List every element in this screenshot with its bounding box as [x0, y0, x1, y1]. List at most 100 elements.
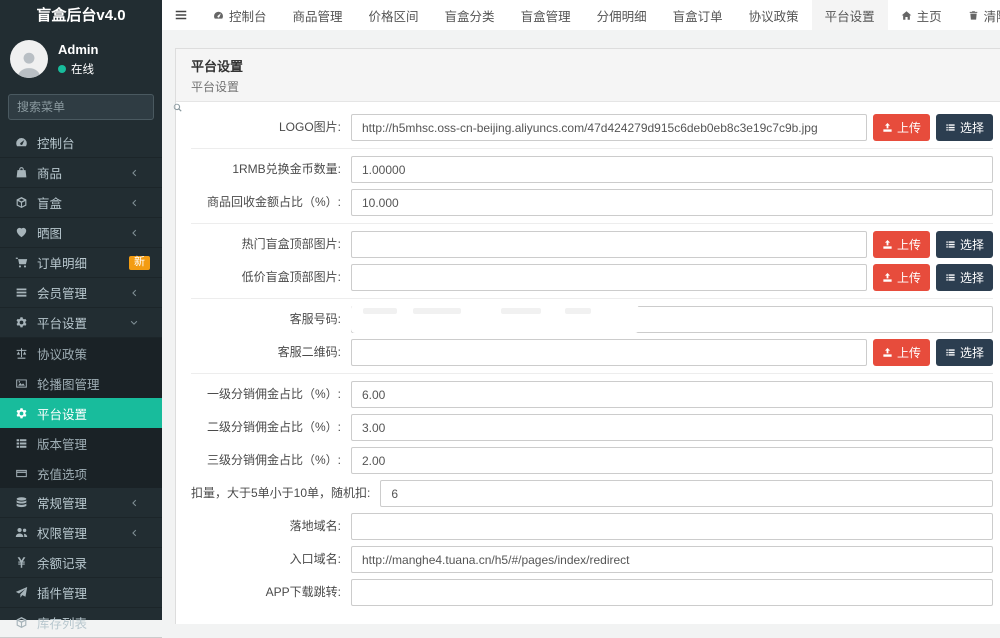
rmb-exchange-rate-input[interactable]: [351, 156, 993, 183]
logo-image-input[interactable]: [351, 114, 867, 141]
form-row-logo-image: LOGO图片:上传选择: [191, 114, 993, 141]
form-row-cheap-top-image: 低价盲盒顶部图片:上传选择: [191, 264, 993, 291]
settings-form: LOGO图片:上传选择1RMB兑换金币数量:商品回收金额占比（%）:热门盲盒顶部…: [176, 102, 1000, 624]
upload-icon: [882, 347, 893, 358]
table-icon: [12, 286, 30, 299]
settings-panel: 平台设置 平台设置 LOGO图片:上传选择1RMB兑换金币数量:商品回收金额占比…: [175, 48, 1000, 624]
topnav-item-agreement-policy[interactable]: 协议政策: [736, 0, 812, 30]
field-label: 一级分销佣金占比（%）:: [191, 381, 341, 408]
panel-heading: 平台设置 平台设置: [176, 49, 1000, 102]
field-label: 落地域名:: [191, 513, 341, 540]
layers-icon: [12, 437, 30, 450]
sidebar-item-blindbox[interactable]: 盲盒: [0, 188, 162, 218]
sidebar-item-dashboard[interactable]: 控制台: [0, 128, 162, 158]
sidebar-item-recharge-options[interactable]: 充值选项: [0, 458, 162, 488]
topnav-item-goods-management[interactable]: 商品管理: [280, 0, 356, 30]
topnav-item-label: 协议政策: [749, 6, 799, 25]
choose-button[interactable]: 选择: [936, 264, 993, 291]
topnav-item-dashboard[interactable]: 控制台: [200, 0, 280, 30]
sidebar-item-label: 盲盒: [37, 193, 125, 212]
field-label: 客服二维码:: [191, 339, 341, 366]
card-icon: [12, 467, 30, 480]
choose-button[interactable]: 选择: [936, 339, 993, 366]
topnav-item-label: 清除缓存: [984, 6, 1000, 25]
sidebar-item-inventory-list[interactable]: 库存列表: [0, 608, 162, 638]
topnav-items: 控制台商品管理价格区间盲盒分类盲盒管理分佣明细 盲盒订单 协议政策平台设置: [200, 0, 888, 30]
list-icon: [945, 122, 956, 133]
gauge-icon: [213, 10, 224, 21]
choose-button[interactable]: 选择: [936, 231, 993, 258]
sidebar: 盲盒后台v4.0 Admin 在线 控制台商品盲盒晒图订单明细新会员管理平台设置…: [0, 0, 162, 620]
hot-top-image-input[interactable]: [351, 231, 867, 258]
topnav-item-label: 分佣明细: [597, 6, 647, 25]
form-row-landing-domain: 落地域名:: [191, 513, 993, 540]
trash-icon: [968, 10, 979, 21]
upload-button[interactable]: 上传: [873, 231, 930, 258]
sidebar-item-balance-records[interactable]: 余额记录: [0, 548, 162, 578]
level1-commission-input[interactable]: [351, 381, 993, 408]
topnav-right: 主页 清除缓存: [888, 0, 1000, 30]
search-input[interactable]: [17, 100, 172, 114]
topnav-item-blindbox-category[interactable]: 盲盒分类: [432, 0, 508, 30]
sidebar-item-plugin-management[interactable]: 插件管理: [0, 578, 162, 608]
sidebar-item-label: 库存列表: [37, 613, 150, 632]
sidebar-item-goods[interactable]: 商品: [0, 158, 162, 188]
watermark-patch: [351, 305, 639, 333]
avatar: [10, 40, 48, 78]
content: 平台设置 平台设置 LOGO图片:上传选择1RMB兑换金币数量:商品回收金额占比…: [162, 48, 1000, 624]
sidebar-item-label: 插件管理: [37, 583, 150, 602]
sidebar-item-permission-management[interactable]: 权限管理: [0, 518, 162, 548]
image-icon: [12, 377, 30, 390]
upload-button[interactable]: 上传: [873, 114, 930, 141]
topnav-item-platform-settings[interactable]: 平台设置: [812, 0, 888, 30]
plane-icon: [12, 586, 30, 599]
topnav-item-label: 主页: [917, 6, 942, 25]
sidebar-item-label: 版本管理: [37, 434, 150, 453]
sidebar-item-order-details[interactable]: 订单明细新: [0, 248, 162, 278]
top-navbar: 控制台商品管理价格区间盲盒分类盲盒管理分佣明细 盲盒订单 协议政策平台设置 主页 清除…: [162, 0, 1000, 30]
form-row-deduction: 扣量，大于5单小于10单，随机扣:: [191, 480, 993, 507]
sidebar-item-members[interactable]: 会员管理: [0, 278, 162, 308]
topnav-item-label: 商品管理: [293, 6, 343, 25]
form-row-level3-commission: 三级分销佣金占比（%）:: [191, 447, 993, 474]
app-download-redirect-input[interactable]: [351, 579, 993, 606]
sidebar-item-platform-settings[interactable]: 平台设置: [0, 308, 162, 338]
topnav-item-price-range[interactable]: 价格区间: [356, 0, 432, 30]
sidebar-item-label: 商品: [37, 163, 125, 182]
hamburger-menu-icon[interactable]: [162, 0, 200, 30]
sidebar-item-platform-settings-page[interactable]: 平台设置: [0, 398, 162, 428]
yen-icon: [12, 556, 30, 569]
upload-icon: [882, 122, 893, 133]
topnav-item-commission-details[interactable]: 分佣明细: [584, 0, 660, 30]
sidebar-item-version-management[interactable]: 版本管理: [0, 428, 162, 458]
upload-button[interactable]: 上传: [873, 339, 930, 366]
level2-commission-input[interactable]: [351, 414, 993, 441]
topnav-item-label: 盲盒订单: [673, 6, 723, 25]
topnav-item-blindbox-orders[interactable]: 盲盒订单: [660, 0, 736, 30]
deduction-input[interactable]: [380, 480, 993, 507]
choose-button[interactable]: 选择: [936, 114, 993, 141]
field-label: APP下载跳转:: [191, 579, 341, 606]
topnav-item-home[interactable]: 主页: [888, 0, 955, 30]
topnav-item-clear-cache[interactable]: 清除缓存: [955, 0, 1000, 30]
breadcrumb: 平台设置: [191, 78, 985, 95]
sidebar-item-banner-management[interactable]: 轮播图管理: [0, 368, 162, 398]
form-row-entry-domain: 入口域名:: [191, 546, 993, 573]
service-qrcode-input[interactable]: [351, 339, 867, 366]
sidebar-item-label: 控制台: [37, 133, 150, 152]
gauge-icon: [12, 136, 30, 149]
sidebar-item-photos[interactable]: 晒图: [0, 218, 162, 248]
sidebar-item-agreement-policy[interactable]: 协议政策: [0, 338, 162, 368]
entry-domain-input[interactable]: [351, 546, 993, 573]
level3-commission-input[interactable]: [351, 447, 993, 474]
field-label: 商品回收金额占比（%）:: [191, 189, 341, 216]
topnav-item-blindbox-management[interactable]: 盲盒管理: [508, 0, 584, 30]
cheap-top-image-input[interactable]: [351, 264, 867, 291]
sidebar-item-general-management[interactable]: 常规管理: [0, 488, 162, 518]
form-divider: [191, 298, 993, 299]
chevron-left-icon: [125, 228, 143, 238]
landing-domain-input[interactable]: [351, 513, 993, 540]
upload-button[interactable]: 上传: [873, 264, 930, 291]
recycle-percent-input[interactable]: [351, 189, 993, 216]
form-row-hot-top-image: 热门盲盒顶部图片:上传选择: [191, 231, 993, 258]
